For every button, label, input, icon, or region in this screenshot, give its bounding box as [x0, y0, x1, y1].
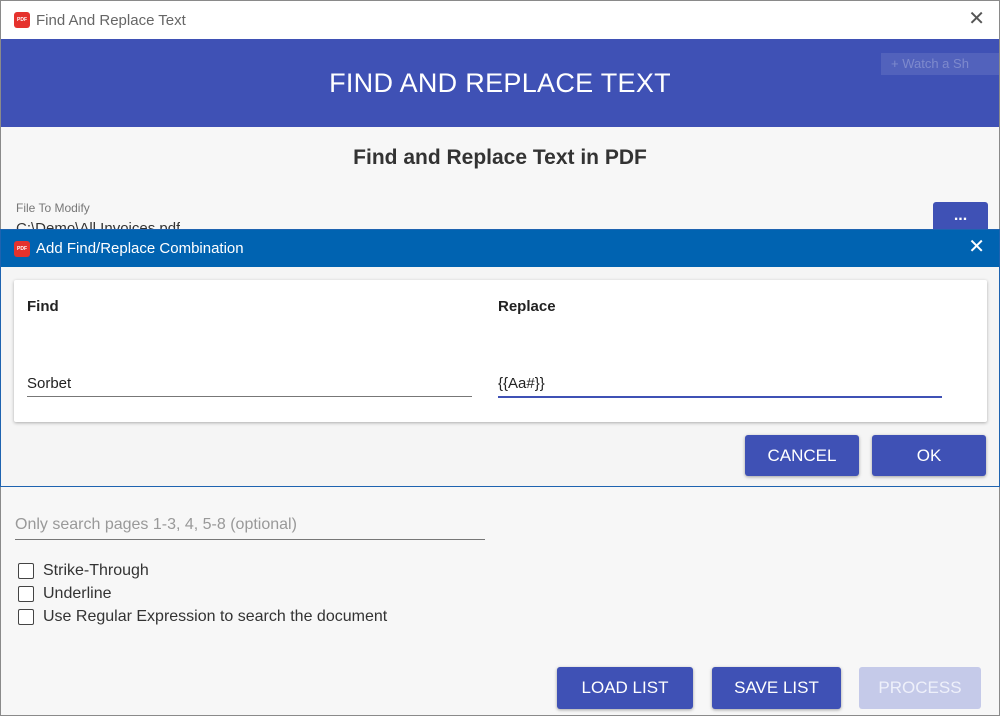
find-replace-card: Find Replace: [14, 280, 987, 422]
process-button[interactable]: PROCESS: [859, 667, 981, 709]
strike-through-checkbox[interactable]: [18, 563, 34, 579]
strike-through-label: Strike-Through: [43, 562, 149, 579]
page-subtitle: Find and Replace Text in PDF: [353, 146, 647, 169]
pdf-app-icon: PDF: [14, 240, 30, 257]
page-range-input[interactable]: [15, 511, 485, 540]
regex-option[interactable]: Use Regular Expression to search the doc…: [18, 608, 387, 626]
watch-video-button[interactable]: + Watch a Sh: [881, 53, 999, 75]
close-icon[interactable]: ✕: [968, 9, 985, 29]
strike-through-option[interactable]: Strike-Through: [18, 562, 149, 580]
dialog-titlebar: PDF Add Find/Replace Combination ✕: [1, 230, 999, 267]
cancel-button[interactable]: CANCEL: [745, 435, 859, 476]
replace-label: Replace: [498, 298, 556, 315]
file-to-modify-label: File To Modify: [16, 201, 90, 215]
dialog-close-icon[interactable]: ✕: [968, 237, 985, 257]
ok-button[interactable]: OK: [872, 435, 986, 476]
regex-label: Use Regular Expression to search the doc…: [43, 608, 388, 625]
save-list-button[interactable]: SAVE LIST: [712, 667, 841, 709]
window-title: Find And Replace Text: [36, 11, 186, 29]
load-list-button[interactable]: LOAD LIST: [557, 667, 693, 709]
find-input[interactable]: [27, 370, 472, 397]
dialog-title: Add Find/Replace Combination: [36, 240, 244, 257]
find-label: Find: [27, 298, 59, 315]
header-banner: FIND AND REPLACE TEXT + Watch a Sh: [1, 39, 999, 127]
banner-title: FIND AND REPLACE TEXT: [329, 67, 671, 98]
pdf-app-icon: PDF: [14, 12, 30, 28]
replace-input[interactable]: [498, 370, 942, 398]
underline-checkbox[interactable]: [18, 586, 34, 602]
underline-label: Underline: [43, 585, 112, 602]
regex-checkbox[interactable]: [18, 609, 34, 625]
add-combination-dialog: PDF Add Find/Replace Combination ✕ Find …: [0, 229, 1000, 487]
underline-option[interactable]: Underline: [18, 585, 111, 603]
window-titlebar: PDF Find And Replace Text ✕: [1, 1, 999, 39]
